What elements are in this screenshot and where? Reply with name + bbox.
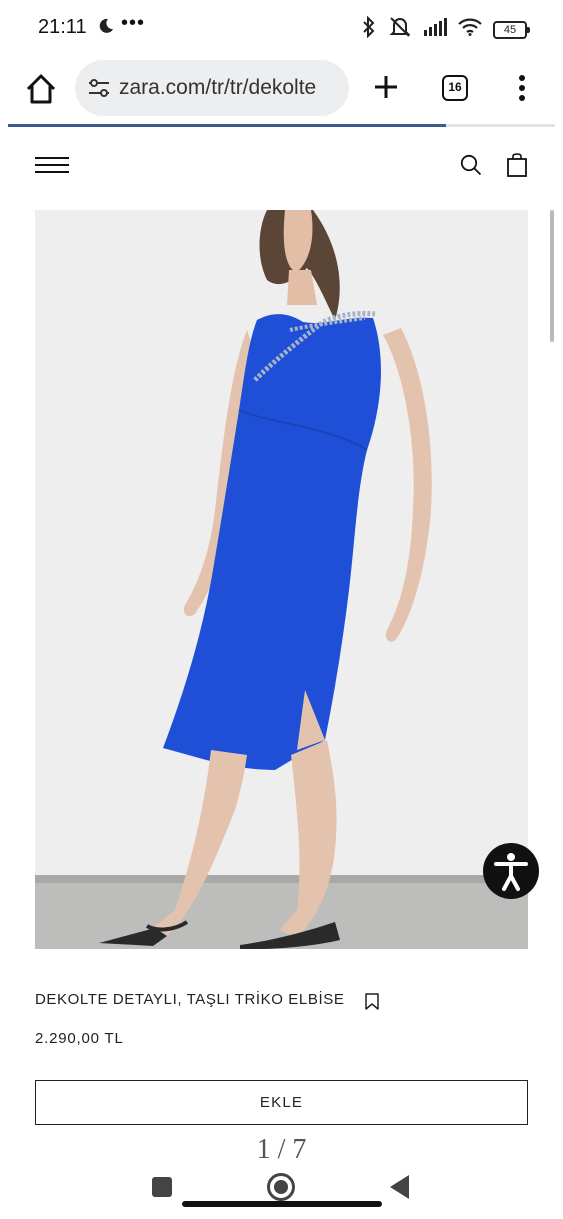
page-load-progress-fill bbox=[8, 124, 446, 127]
gesture-handle[interactable] bbox=[182, 1201, 382, 1207]
battery-icon: 45 bbox=[493, 20, 530, 39]
product-photo[interactable] bbox=[35, 210, 528, 949]
moon-icon bbox=[98, 18, 114, 39]
wifi-icon bbox=[458, 18, 482, 41]
home-icon[interactable] bbox=[24, 72, 58, 106]
more-vertical-icon[interactable] bbox=[512, 73, 532, 103]
product-price: 2.290,00 TL bbox=[35, 1030, 124, 1047]
status-time: 21:11 bbox=[38, 16, 87, 38]
scrollbar[interactable] bbox=[550, 210, 554, 342]
screen-edge-left bbox=[0, 0, 8, 1219]
signal-icon bbox=[423, 18, 447, 41]
plus-icon[interactable] bbox=[372, 73, 400, 101]
product-title: DEKOLTE DETAYLI, TAŞLI TRİKO ELBİSE bbox=[35, 991, 345, 1008]
address-bar[interactable]: zara.com/tr/tr/dekolte bbox=[75, 60, 349, 116]
phone-screen: 21:11 ••• 45 zara.com/tr/tr/dekolte 16 D… bbox=[0, 0, 563, 1219]
url-text: zara.com/tr/tr/dekolte bbox=[119, 76, 317, 99]
recents-icon[interactable] bbox=[152, 1177, 172, 1197]
accessibility-button[interactable] bbox=[483, 843, 539, 899]
shopping-bag-icon[interactable] bbox=[506, 153, 528, 177]
silent-icon bbox=[388, 16, 412, 43]
system-navigation-bar bbox=[0, 1160, 563, 1219]
browser-toolbar: zara.com/tr/tr/dekolte 16 bbox=[0, 56, 563, 120]
page-load-progress bbox=[8, 124, 555, 127]
bluetooth-icon bbox=[361, 15, 377, 43]
back-triangle-icon[interactable] bbox=[390, 1175, 409, 1199]
add-to-cart-button[interactable]: EKLE bbox=[35, 1080, 528, 1125]
accessibility-person-icon bbox=[494, 853, 528, 891]
site-settings-icon[interactable] bbox=[87, 77, 111, 104]
tabs-icon[interactable]: 16 bbox=[442, 75, 468, 101]
bookmark-icon[interactable] bbox=[365, 993, 379, 1010]
status-icons: 45 bbox=[361, 15, 530, 43]
hamburger-menu-icon[interactable] bbox=[35, 157, 69, 174]
overflow-notifications-icon: ••• bbox=[121, 12, 146, 34]
status-bar: 21:11 ••• 45 bbox=[0, 0, 563, 56]
search-icon[interactable] bbox=[460, 154, 482, 176]
home-circle-icon[interactable] bbox=[267, 1173, 295, 1201]
